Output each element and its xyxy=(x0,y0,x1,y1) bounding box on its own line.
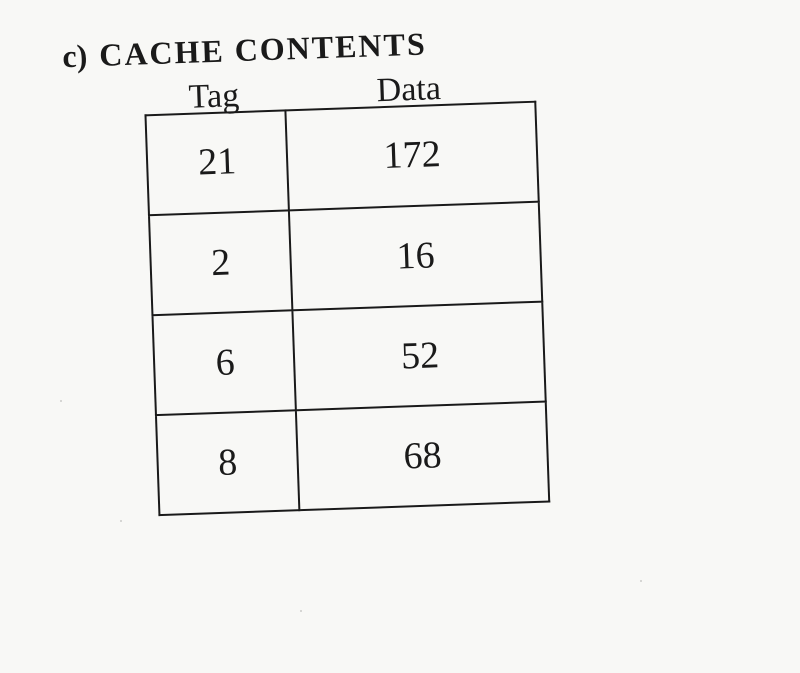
cell-tag: 2 xyxy=(149,210,292,315)
title-row: c) CACHE CONTENTS xyxy=(62,22,535,75)
paper-speckle xyxy=(300,610,302,612)
cell-data: 52 xyxy=(293,302,546,411)
table-row: 21 172 xyxy=(145,102,538,216)
table-row: 8 68 xyxy=(156,402,549,516)
cell-data: 16 xyxy=(289,202,542,311)
cell-tag: 6 xyxy=(153,310,296,415)
table-row: 6 52 xyxy=(152,302,545,416)
table-row: 2 16 xyxy=(149,202,542,316)
page-title: CACHE CONTENTS xyxy=(99,25,428,73)
handwritten-page: c) CACHE CONTENTS Tag Data 21 172 2 16 6… xyxy=(52,22,550,520)
cell-tag: 21 xyxy=(145,109,288,214)
cell-tag: 8 xyxy=(156,410,299,515)
cell-data: 68 xyxy=(296,402,549,511)
cache-table: 21 172 2 16 6 52 8 68 xyxy=(144,101,550,516)
paper-speckle xyxy=(640,580,642,582)
section-bullet: c) xyxy=(62,37,88,75)
cell-data: 172 xyxy=(285,101,538,210)
paper-speckle xyxy=(60,400,62,402)
paper-speckle xyxy=(120,520,122,522)
